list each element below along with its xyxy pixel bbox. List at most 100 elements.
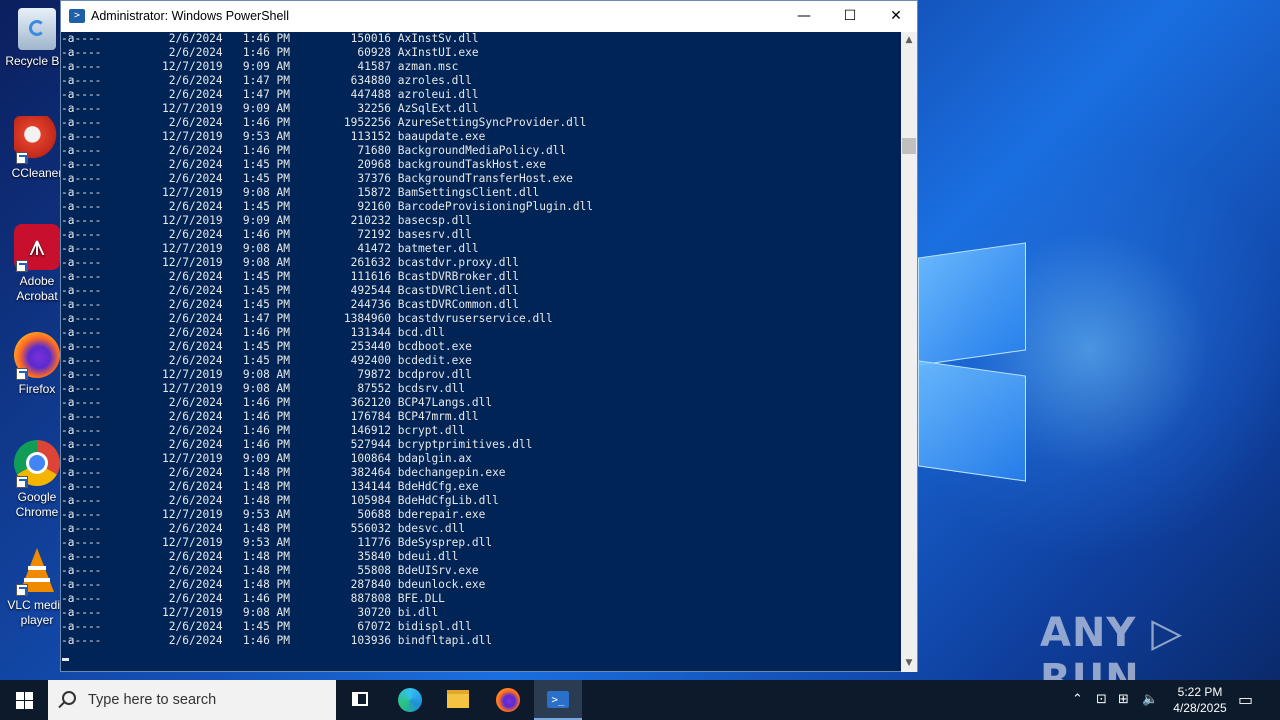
- console-line: -a---- 2/6/2024 1:48 PM 105984 BdeHdCfgL…: [61, 494, 499, 507]
- powershell-window[interactable]: > Administrator: Windows PowerShell — ☐ …: [60, 0, 918, 672]
- taskbar-clock[interactable]: 5:22 PM 4/28/2025: [1160, 684, 1240, 716]
- taskbar-firefox-button[interactable]: [484, 680, 532, 720]
- console-line: -a---- 12/7/2019 9:09 AM 210232 basecsp.…: [61, 214, 472, 227]
- minimize-button[interactable]: —: [781, 1, 827, 32]
- taskbar-edge-button[interactable]: [386, 680, 434, 720]
- console-line: -a---- 2/6/2024 1:45 PM 92160 BarcodePro…: [61, 200, 594, 213]
- windows-logo-icon: [16, 692, 24, 700]
- clock-date: 4/28/2025: [1173, 701, 1227, 715]
- console-line: -a---- 2/6/2024 1:48 PM 287840 bdeunlock…: [61, 578, 486, 591]
- recycle-bin-icon: [18, 8, 56, 50]
- chrome-icon: [14, 440, 60, 488]
- console-line: -a---- 2/6/2024 1:46 PM 131344 bcd.dll: [61, 326, 445, 339]
- adobe-acrobat-icon: ⩚: [14, 224, 60, 272]
- console-line: -a---- 2/6/2024 1:47 PM 447488 azroleui.…: [61, 88, 479, 101]
- shortcut-arrow-icon: [16, 368, 28, 380]
- firefox-icon: [496, 688, 520, 712]
- console-line: -a---- 2/6/2024 1:45 PM 253440 bcdboot.e…: [61, 340, 472, 353]
- maximize-button[interactable]: ☐: [827, 1, 873, 32]
- scroll-up-arrow-icon[interactable]: ▲: [901, 32, 917, 49]
- scroll-down-arrow-icon[interactable]: ▼: [901, 655, 917, 672]
- close-button[interactable]: ✕: [873, 1, 919, 32]
- windows-logo-icon: [25, 701, 33, 709]
- vlc-icon: [14, 548, 60, 596]
- console-line: -a---- 2/6/2024 1:46 PM 1952256 AzureSet…: [61, 116, 587, 129]
- volume-icon[interactable]: 🔈: [1142, 692, 1158, 707]
- console-line: -a---- 2/6/2024 1:48 PM 134144 BdeHdCfg.…: [61, 480, 479, 493]
- console-line: -a---- 2/6/2024 1:46 PM 527944 bcryptpri…: [61, 438, 533, 451]
- console-line: -a---- 12/7/2019 9:08 AM 30720 bi.dll: [61, 606, 439, 619]
- console-line: -a---- 2/6/2024 1:45 PM 67072 bidispl.dl…: [61, 620, 472, 633]
- scroll-thumb[interactable]: [902, 138, 916, 154]
- console-output[interactable]: -a---- 2/6/2024 1:46 PM 150016 AxInstSv.…: [61, 32, 901, 672]
- console-line: -a---- 12/7/2019 9:08 AM 87552 bcdsrv.dl…: [61, 382, 466, 395]
- console-line: -a---- 2/6/2024 1:47 PM 634880 azroles.d…: [61, 74, 472, 87]
- window-title: Administrator: Windows PowerShell: [91, 9, 289, 23]
- console-line: -a---- 2/6/2024 1:46 PM 176784 BCP47mrm.…: [61, 410, 479, 423]
- shortcut-arrow-icon: [16, 260, 28, 272]
- console-line: -a---- 2/6/2024 1:45 PM 492400 bcdedit.e…: [61, 354, 472, 367]
- desktop-icon-label: Firefox: [18, 382, 56, 396]
- search-icon: [62, 691, 76, 705]
- window-titlebar[interactable]: > Administrator: Windows PowerShell — ☐ …: [61, 1, 917, 32]
- console-line: -a---- 12/7/2019 9:09 AM 41587 azman.msc: [61, 60, 459, 73]
- console-line: -a---- 2/6/2024 1:46 PM 103936 bindfltap…: [61, 634, 493, 647]
- console-line: -a---- 2/6/2024 1:46 PM 362120 BCP47Lang…: [61, 396, 493, 409]
- taskbar-search-box[interactable]: Type here to search: [48, 680, 336, 720]
- console-line: -a---- 2/6/2024 1:45 PM 244736 BcastDVRC…: [61, 298, 520, 311]
- console-line: -a---- 12/7/2019 9:53 AM 113152 baaupdat…: [61, 130, 486, 143]
- vertical-scrollbar[interactable]: ▲ ▼: [901, 32, 917, 672]
- taskbar-powershell-button[interactable]: >_: [534, 680, 582, 720]
- task-view-icon: [352, 692, 368, 706]
- console-line: -a---- 2/6/2024 1:48 PM 55808 BdeUISrv.e…: [61, 564, 479, 577]
- console-cursor: [62, 658, 69, 661]
- windows-logo-pane: [918, 242, 1026, 366]
- console-line: -a---- 2/6/2024 1:45 PM 20968 background…: [61, 158, 546, 171]
- desktop-icon-label: VLC media player: [7, 598, 67, 627]
- console-line: -a---- 2/6/2024 1:45 PM 111616 BcastDVRB…: [61, 270, 520, 283]
- console-line: -a---- 12/7/2019 9:08 AM 41472 batmeter.…: [61, 242, 479, 255]
- console-line: -a---- 12/7/2019 9:09 AM 100864 bdaplgin…: [61, 452, 472, 465]
- shortcut-arrow-icon: [16, 152, 28, 164]
- console-line: -a---- 12/7/2019 9:53 AM 11776 BdeSyspre…: [61, 536, 493, 549]
- console-line: -a---- 12/7/2019 9:53 AM 50688 bderepair…: [61, 508, 486, 521]
- desktop-icon-label: Google Chrome: [15, 490, 59, 519]
- windows-logo-icon: [16, 701, 24, 709]
- notifications-icon[interactable]: ▭: [1238, 690, 1253, 709]
- shortcut-arrow-icon: [16, 476, 28, 488]
- console-line: -a---- 12/7/2019 9:08 AM 79872 bcdprov.d…: [61, 368, 472, 381]
- console-line: -a---- 12/7/2019 9:08 AM 261632 bcastdvr…: [61, 256, 520, 269]
- anyrun-watermark: ANY ▷ RUN: [1040, 610, 1184, 680]
- search-placeholder: Type here to search: [88, 692, 217, 708]
- edge-icon: [398, 688, 422, 712]
- console-line: -a---- 2/6/2024 1:46 PM 60928 AxInstUI.e…: [61, 46, 479, 59]
- firefox-icon: [14, 332, 60, 380]
- windows-logo-pane: [918, 360, 1026, 482]
- console-line: -a---- 2/6/2024 1:45 PM 37376 Background…: [61, 172, 573, 185]
- console-line: -a---- 2/6/2024 1:46 PM 887808 BFE.DLL: [61, 592, 445, 605]
- console-line: -a---- 2/6/2024 1:47 PM 1384960 bcastdvr…: [61, 312, 553, 325]
- console-line: -a---- 2/6/2024 1:46 PM 150016 AxInstSv.…: [61, 32, 479, 45]
- console-line: -a---- 2/6/2024 1:48 PM 382464 bdechange…: [61, 466, 506, 479]
- taskbar: Type here to search >_ ⌃ ⊡ ⊞ 🔈 5:22 PM 4…: [0, 680, 1280, 720]
- start-button[interactable]: [0, 680, 48, 720]
- task-view-button[interactable]: [336, 680, 384, 720]
- console-line: -a---- 12/7/2019 9:08 AM 15872 BamSettin…: [61, 186, 540, 199]
- desktop-icon-label: Adobe Acrobat: [16, 274, 58, 303]
- desktop-icon-label: CCleaner: [11, 166, 63, 180]
- powershell-icon: >_: [547, 691, 569, 708]
- meet-now-icon[interactable]: ⊡: [1096, 692, 1107, 707]
- network-icon[interactable]: ⊞: [1118, 692, 1129, 707]
- console-line: -a---- 2/6/2024 1:48 PM 35840 bdeui.dll: [61, 550, 459, 563]
- show-hidden-icons-chevron-icon[interactable]: ⌃: [1072, 692, 1083, 707]
- powershell-icon: >: [69, 9, 85, 23]
- windows-logo-icon: [25, 692, 33, 700]
- console-line: -a---- 12/7/2019 9:09 AM 32256 AzSqlExt.…: [61, 102, 479, 115]
- taskbar-file-explorer-button[interactable]: [434, 680, 482, 720]
- console-line: -a---- 2/6/2024 1:45 PM 492544 BcastDVRC…: [61, 284, 520, 297]
- file-explorer-icon: [447, 690, 469, 708]
- clock-time: 5:22 PM: [1177, 685, 1223, 699]
- ccleaner-icon: [14, 116, 60, 164]
- console-line: -a---- 2/6/2024 1:46 PM 146912 bcrypt.dl…: [61, 424, 466, 437]
- console-line: -a---- 2/6/2024 1:46 PM 71680 Background…: [61, 144, 567, 157]
